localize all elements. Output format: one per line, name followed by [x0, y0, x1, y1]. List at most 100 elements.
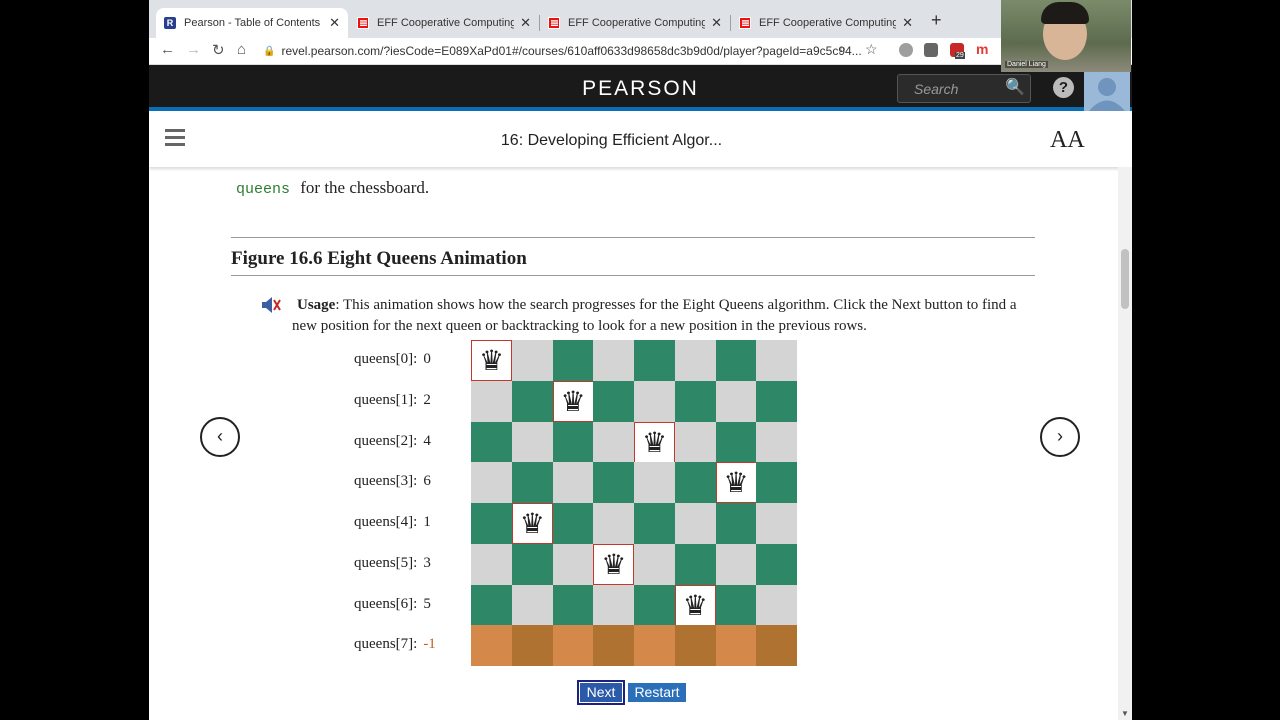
- scroll-down-arrow-icon[interactable]: ▼: [1121, 709, 1129, 718]
- extension-hex-icon[interactable]: [899, 43, 913, 57]
- queen-column-value: 0: [423, 351, 431, 367]
- queen-piece-icon: ♛: [634, 421, 675, 463]
- current-row-cell: [715, 625, 757, 667]
- board-cell: [552, 462, 594, 504]
- board-cell: [593, 462, 635, 504]
- board-cell: [715, 503, 757, 544]
- tab-title: EFF Cooperative Computing Aw: [377, 17, 515, 29]
- current-row-cell: [593, 625, 635, 667]
- board-cell: [471, 421, 512, 463]
- queen-column-value: 5: [423, 595, 431, 612]
- queen-index-label: queens[2]:: [354, 432, 418, 449]
- font-size-icon[interactable]: AA: [1050, 127, 1085, 154]
- queen-column-value: 2: [423, 391, 431, 408]
- board-cell: [756, 340, 798, 381]
- board-cell: [715, 421, 757, 463]
- tab-eff-1[interactable]: EFF Cooperative Computing Aw ✕: [349, 8, 539, 38]
- board-cell: [756, 462, 798, 504]
- queen-column-value: -1: [423, 636, 436, 653]
- board-cell: [674, 462, 716, 504]
- scrollbar[interactable]: ▼: [1118, 167, 1132, 720]
- board-cell: [511, 340, 553, 381]
- zoom-icon[interactable]: ⌕: [839, 41, 846, 57]
- lock-icon: 🔒: [263, 45, 276, 57]
- usage-body: : This animation shows how the search pr…: [292, 297, 1017, 334]
- speaker-muted-icon[interactable]: [260, 294, 282, 316]
- search-icon[interactable]: 🔍: [1005, 77, 1025, 97]
- next-page-button[interactable]: ›: [1040, 417, 1080, 457]
- pearson-header: PEARSON Search 🔍 ?: [149, 65, 1132, 111]
- queen-row-label: queens[2]: 4: [354, 433, 431, 450]
- queen-row-label: queens[3]: 6: [354, 473, 431, 490]
- board-cell: [471, 503, 512, 544]
- current-row-cell: [756, 625, 798, 667]
- board-cell: [756, 421, 798, 463]
- board-cell: [471, 462, 512, 504]
- current-row-cell: [511, 625, 553, 667]
- board-cell: [471, 380, 512, 422]
- help-icon[interactable]: ?: [1053, 77, 1074, 98]
- intro-body: for the chessboard.: [300, 178, 430, 197]
- restart-button[interactable]: Restart: [628, 683, 686, 702]
- figure-divider-top: [231, 237, 1035, 238]
- eff-favicon-icon: [739, 17, 751, 29]
- board-cell: [674, 380, 716, 422]
- back-arrow-icon[interactable]: ←: [160, 41, 175, 58]
- figure-title: Figure 16.6 Eight Queens Animation: [231, 248, 527, 269]
- queen-row-label: queens[5]: 3: [354, 555, 431, 572]
- next-button[interactable]: Next: [577, 680, 625, 705]
- close-tab-icon[interactable]: ✕: [711, 15, 722, 31]
- queen-index-label: queens[3]:: [354, 473, 418, 490]
- presenter-name: Daniel Liang: [1005, 61, 1048, 68]
- queen-column-value: 3: [423, 554, 431, 571]
- intro-text: queens for the chessboard.: [236, 178, 429, 198]
- current-row-cell: [674, 625, 716, 667]
- chapter-title: 16: Developing Efficient Algor...: [500, 132, 723, 149]
- tab-eff-2[interactable]: EFF Cooperative Computing Aw ✕: [540, 8, 730, 38]
- forward-arrow-icon[interactable]: →: [186, 41, 201, 58]
- board-cell: [593, 503, 635, 544]
- extension-pocket-icon[interactable]: [924, 43, 938, 57]
- home-icon[interactable]: ⌂: [237, 41, 246, 58]
- address-bar[interactable]: 🔒 revel.pearson.com/?iesCode=E089XaPd01#…: [263, 39, 863, 63]
- current-row-cell: [634, 625, 675, 667]
- queen-index-label: queens[0]:: [354, 351, 418, 367]
- tab-eff-3[interactable]: EFF Cooperative Computing Aw ✕: [731, 8, 921, 38]
- new-tab-button[interactable]: +: [931, 10, 942, 31]
- previous-page-button[interactable]: ‹: [200, 417, 240, 457]
- avatar[interactable]: [1084, 72, 1130, 111]
- presenter-hair: [1041, 2, 1089, 24]
- usage-text: Usage: This animation shows how the sear…: [292, 295, 1027, 337]
- queen-index-label: queens[7]:: [354, 636, 418, 653]
- figure-divider-bottom: [231, 275, 1035, 276]
- tab-pearson[interactable]: R Pearson - Table of Contents ✕: [156, 8, 348, 38]
- board-cell: [552, 584, 594, 626]
- close-tab-icon[interactable]: ✕: [329, 15, 340, 31]
- reload-icon[interactable]: ↻: [212, 41, 225, 59]
- queen-row-label: queens[4]: 1: [354, 514, 431, 531]
- close-tab-icon[interactable]: ✕: [520, 15, 531, 31]
- queen-piece-icon: ♛: [471, 340, 512, 381]
- extension-badge: 29: [955, 52, 965, 59]
- board-cell: [593, 584, 635, 626]
- close-tab-icon[interactable]: ✕: [902, 15, 913, 31]
- queen-index-label: queens[1]:: [354, 391, 418, 408]
- queen-piece-icon: ♛: [593, 543, 635, 585]
- board-cell: [552, 421, 594, 463]
- board-cell: [471, 584, 512, 626]
- user-silhouette-icon: [1089, 78, 1125, 111]
- extension-m-icon[interactable]: m: [976, 41, 988, 57]
- board-cell: [593, 421, 635, 463]
- board-cell: [756, 584, 798, 626]
- queen-piece-icon: ♛: [511, 503, 553, 544]
- main-content: queens for the chessboard. Figure 16.6 E…: [149, 167, 1132, 720]
- code-snippet: queens: [236, 181, 291, 198]
- board-cell: [552, 340, 594, 381]
- scrollbar-thumb[interactable]: [1121, 249, 1129, 309]
- board-cell: [634, 380, 675, 422]
- queen-row-label: queens[6]: 5: [354, 596, 431, 613]
- board-cell: [511, 380, 553, 422]
- queen-index-label: queens[5]:: [354, 554, 418, 571]
- queen-index-label: queens[6]:: [354, 595, 418, 612]
- bookmark-star-icon[interactable]: ☆: [865, 41, 878, 58]
